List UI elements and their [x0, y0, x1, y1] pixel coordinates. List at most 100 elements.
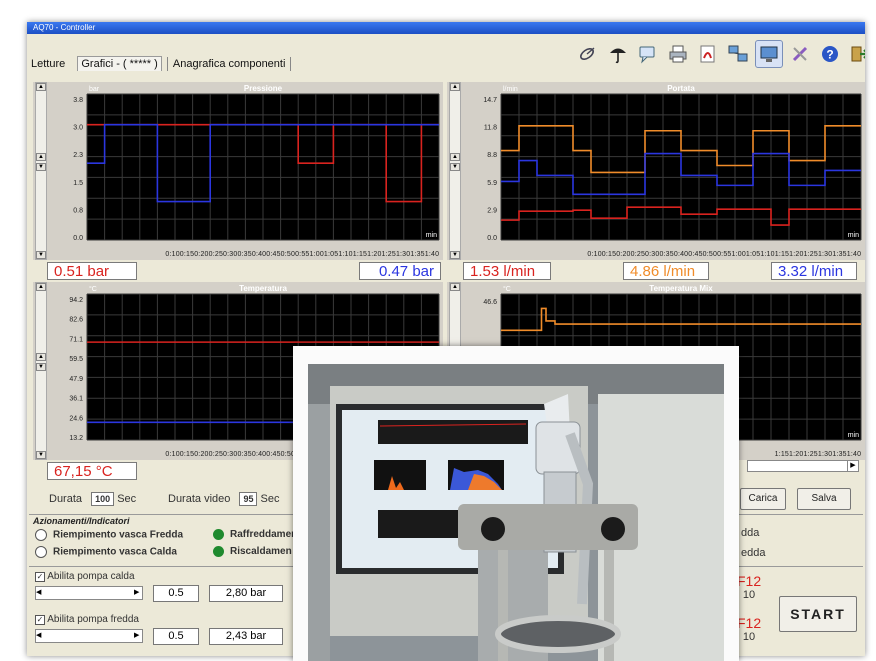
- y-tick-label: 46.6: [483, 299, 497, 306]
- y-unit-label: bar: [89, 86, 100, 93]
- f12-label: F12: [737, 573, 762, 589]
- raffreddamento-indicator: Raffreddamen: [213, 529, 297, 540]
- salva-button[interactable]: Salva: [797, 488, 851, 510]
- checkbox-checked-icon[interactable]: ✓: [35, 615, 45, 625]
- tab-bar: Letture Grafici - ( ***** ) Anagrafica c…: [31, 56, 293, 72]
- svg-text:?: ?: [826, 48, 833, 62]
- pompa-calda-slider[interactable]: ◀ ▶: [35, 586, 143, 600]
- tools-icon[interactable]: [787, 41, 813, 67]
- y-unit-label: °C: [89, 285, 97, 293]
- window-title: AQ70 - Controller: [27, 22, 865, 34]
- right-indicator-2: edda: [741, 547, 766, 559]
- abilita-fredda-label: Abilita pompa fredda: [47, 614, 139, 625]
- radio-button[interactable]: [35, 529, 47, 541]
- pompa-calda-pressure[interactable]: 2,80 bar: [209, 585, 283, 602]
- f12-value: 10: [742, 631, 756, 643]
- tab-letture[interactable]: Letture: [31, 58, 65, 70]
- y-tick-label: 47.9: [69, 376, 83, 383]
- y-tick-label: 0.0: [73, 235, 83, 242]
- abilita-pompa-fredda-checkbox[interactable]: ✓ Abilita pompa fredda: [35, 614, 139, 625]
- umbrella-icon[interactable]: [605, 41, 631, 67]
- start-button[interactable]: START: [779, 596, 857, 632]
- durata-control: Durata 100 Sec: [49, 492, 136, 506]
- durata-video-label: Durata video: [168, 492, 231, 505]
- toolbar: ?: [575, 38, 865, 70]
- pressure-blue-readout: 0.47 bar: [359, 262, 441, 280]
- tab-anagrafica[interactable]: Anagrafica componenti: [173, 58, 286, 70]
- raffreddamento-label: Raffreddamen: [230, 529, 298, 541]
- riempimento-fredda-label: Riempimento vasca Fredda: [53, 529, 184, 541]
- pdf-icon[interactable]: [695, 41, 721, 67]
- portata-chart: Portata l/min min 14.7 11.8 8.8 5.9 2.9 0.0 0:100…: [461, 82, 865, 260]
- pressione-chart: Pressione bar min 3.8 3.0 2.3 1.5 0.8 0.0 0:100:1…: [47, 82, 443, 260]
- durata-sec-label: Sec: [117, 492, 137, 505]
- durata-input[interactable]: 100: [91, 492, 115, 506]
- help-icon[interactable]: ?: [817, 41, 843, 67]
- horizontal-scrollbar[interactable]: ▶: [747, 460, 859, 472]
- carica-button[interactable]: Carica: [740, 488, 786, 510]
- monitor-icon[interactable]: [755, 40, 783, 68]
- satellite-dish-icon[interactable]: [575, 41, 601, 67]
- chart-title: Temperatura Mix: [649, 284, 713, 293]
- y-tick-label: 94.2: [69, 297, 83, 304]
- pompa-calda-step[interactable]: 0.5: [153, 585, 199, 602]
- durata-label: Durata: [49, 492, 83, 505]
- riscaldamento-indicator: Riscaldamen: [213, 546, 292, 557]
- y-tick-label: 5.9: [487, 180, 497, 187]
- durata-video-sec-label: Sec: [260, 492, 280, 505]
- tab-grafici[interactable]: Grafici - ( ***** ): [77, 56, 162, 71]
- right-indicator-1: dda: [741, 527, 760, 539]
- vertical-scrollbar[interactable]: ▲ ▲ ▼ ▼: [449, 82, 461, 260]
- faucet-test-bench-photo: [308, 364, 724, 661]
- y-tick-label: 13.2: [69, 435, 83, 442]
- pompa-fredda-slider[interactable]: ◀ ▶: [35, 629, 143, 643]
- vertical-scrollbar[interactable]: ▲ ▲ ▼ ▼: [35, 82, 47, 260]
- x-tick-labels: 0:100:150:200:250:300:350:400:450:500:55…: [165, 251, 439, 258]
- x-unit-label: min: [848, 432, 859, 439]
- y-unit-label: °C: [503, 285, 511, 293]
- flow-blue-readout: 3.32 l/min: [771, 262, 857, 280]
- f12-label: F12: [737, 615, 762, 631]
- radio-button[interactable]: [35, 546, 47, 558]
- x-tick-labels: 0:100:150:200:250:300:350:400:450:500:55…: [587, 251, 861, 258]
- pompa-fredda-step[interactable]: 0.5: [153, 628, 199, 645]
- abilita-pompa-calda-checkbox[interactable]: ✓ Abilita pompa calda: [35, 571, 135, 582]
- checkbox-checked-icon[interactable]: ✓: [35, 572, 45, 582]
- riempimento-fredda-option[interactable]: Riempimento vasca Fredda: [35, 529, 183, 541]
- chart-title: Pressione: [244, 84, 283, 93]
- chart-title: Temperatura: [239, 284, 287, 293]
- y-tick-label: 71.1: [69, 336, 83, 343]
- chat-icon[interactable]: [635, 41, 661, 67]
- vertical-scrollbar[interactable]: ▲ ▲ ▼ ▼: [35, 282, 47, 460]
- portata-chart-panel: ▲ ▲ ▼ ▼ Portata l/min min 14.7 11.8 8.8 5.9 2.9 0.0…: [447, 82, 865, 260]
- x-unit-label: min: [426, 232, 437, 239]
- y-tick-label: 3.0: [73, 125, 83, 132]
- azionamenti-group-title: Azionamenti/Indicatori: [33, 516, 130, 526]
- f12-value: 10: [742, 589, 756, 601]
- exit-icon[interactable]: [847, 41, 865, 67]
- riempimento-calda-option[interactable]: Riempimento vasca Calda: [35, 546, 177, 558]
- temperature-red-readout: 67,15 °C: [47, 462, 137, 480]
- network-icon[interactable]: [725, 41, 751, 67]
- y-tick-label: 2.9: [487, 207, 497, 214]
- y-tick-label: 36.1: [69, 396, 83, 403]
- flow-red-readout: 1.53 l/min: [463, 262, 551, 280]
- y-tick-label: 8.8: [487, 152, 497, 159]
- status-led-icon: [213, 546, 224, 557]
- y-tick-label: 0.8: [73, 207, 83, 214]
- riempimento-calda-label: Riempimento vasca Calda: [53, 546, 177, 558]
- pompa-fredda-pressure[interactable]: 2,43 bar: [209, 628, 283, 645]
- f12-indicator-a: F12 10: [737, 573, 761, 601]
- printer-icon[interactable]: [665, 41, 691, 67]
- y-tick-label: 14.7: [483, 97, 497, 104]
- abilita-calda-label: Abilita pompa calda: [47, 571, 135, 582]
- durata-video-input[interactable]: 95: [239, 492, 258, 506]
- y-tick-label: 11.8: [484, 125, 497, 132]
- y-tick-label: 59.5: [69, 356, 83, 363]
- y-tick-label: 1.5: [73, 180, 83, 187]
- flow-orange-readout: 4.86 l/min: [623, 262, 709, 280]
- y-tick-label: 0.0: [487, 235, 497, 242]
- y-tick-label: 2.3: [73, 152, 83, 159]
- pressure-red-readout: 0.51 bar: [47, 262, 137, 280]
- durata-video-control: Durata video 95 Sec: [168, 492, 279, 506]
